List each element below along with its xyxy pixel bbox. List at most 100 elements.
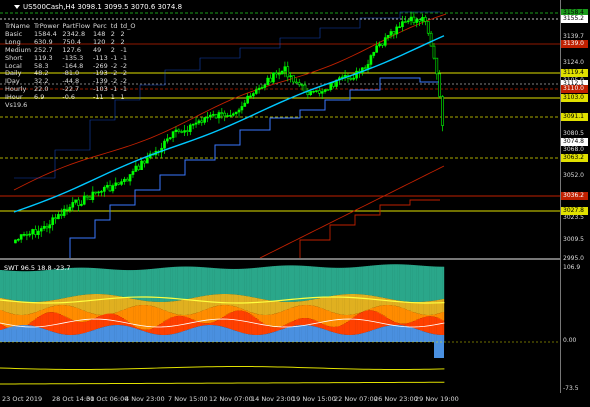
histogram-bar bbox=[349, 334, 352, 342]
histogram-bar bbox=[51, 269, 54, 301]
histogram-bar bbox=[334, 267, 337, 296]
histogram-bar bbox=[112, 325, 115, 342]
histogram-bar bbox=[107, 294, 110, 315]
histogram-bar bbox=[283, 310, 286, 326]
histogram-bar bbox=[68, 318, 71, 335]
histogram-bar bbox=[271, 300, 274, 315]
histogram-bar bbox=[66, 305, 69, 318]
histogram-bar bbox=[283, 301, 286, 311]
histogram-bar bbox=[194, 327, 197, 342]
histogram-bar bbox=[181, 299, 184, 315]
histogram-bar bbox=[233, 311, 236, 331]
histogram-bar bbox=[196, 297, 199, 313]
candle-body bbox=[209, 114, 212, 118]
candle-body bbox=[166, 138, 169, 142]
histogram-bar bbox=[312, 305, 315, 320]
candle-body bbox=[292, 75, 295, 83]
candle-body bbox=[398, 26, 401, 29]
candle-body bbox=[231, 113, 235, 116]
histogram-bar bbox=[197, 266, 200, 297]
histogram-bar bbox=[271, 266, 274, 301]
candle-body bbox=[88, 196, 92, 200]
price-chart-panel[interactable]: US500Cash,H4 3098.1 3099.5 3070.6 3074.8… bbox=[0, 0, 561, 259]
histogram-bar bbox=[66, 334, 69, 342]
histogram-bar bbox=[386, 305, 389, 319]
histogram-bar bbox=[94, 318, 97, 330]
histogram-bar bbox=[266, 266, 269, 301]
histogram-bar bbox=[94, 294, 97, 315]
histogram-bar bbox=[251, 334, 254, 342]
candle-body bbox=[424, 17, 427, 22]
histogram-bar bbox=[353, 314, 356, 317]
histogram-bar bbox=[331, 295, 334, 313]
histogram-bar bbox=[345, 334, 348, 342]
histogram-bar bbox=[384, 326, 387, 342]
histogram-bar bbox=[392, 325, 395, 342]
histogram-bar bbox=[160, 334, 163, 342]
candle-body bbox=[286, 66, 290, 78]
histogram-bar bbox=[416, 265, 419, 302]
histogram-bar bbox=[286, 265, 289, 302]
histogram-bar bbox=[407, 323, 410, 327]
candle-body bbox=[77, 199, 80, 206]
candle-body bbox=[108, 185, 112, 192]
histogram-bar bbox=[120, 269, 123, 297]
histogram-bar bbox=[49, 306, 52, 313]
histogram-bar bbox=[146, 269, 149, 302]
histogram-bar bbox=[366, 266, 369, 295]
indicator-panel[interactable] bbox=[0, 259, 561, 393]
candle-body bbox=[283, 66, 287, 72]
histogram-bar bbox=[225, 268, 228, 295]
histogram-bar bbox=[277, 265, 280, 302]
histogram-bar bbox=[379, 313, 382, 328]
histogram-bar bbox=[188, 314, 191, 319]
price-tick-label: 3080.5 bbox=[563, 130, 584, 137]
histogram-bar bbox=[362, 266, 365, 295]
histogram-bar bbox=[333, 332, 336, 342]
histogram-bar bbox=[340, 325, 343, 335]
histogram-bar bbox=[173, 301, 176, 314]
histogram-bar bbox=[209, 267, 212, 296]
histogram-bar bbox=[381, 305, 384, 315]
histogram-bar bbox=[107, 325, 110, 342]
histogram-bar bbox=[118, 316, 121, 326]
histogram-bar bbox=[333, 267, 336, 296]
histogram-bar bbox=[199, 267, 202, 297]
histogram-bar bbox=[131, 306, 134, 325]
histogram-bar bbox=[320, 307, 323, 324]
histogram-bar bbox=[3, 328, 6, 342]
candle-body bbox=[71, 202, 75, 208]
histogram-bar bbox=[64, 297, 67, 306]
histogram-bar bbox=[231, 329, 234, 342]
candle-body bbox=[168, 137, 172, 140]
candle-body bbox=[260, 87, 264, 89]
candle-body bbox=[366, 64, 370, 69]
histogram-bar bbox=[181, 331, 184, 342]
histogram-bar bbox=[159, 308, 162, 325]
histogram-bar bbox=[53, 312, 56, 333]
histogram-bar bbox=[305, 305, 308, 319]
histogram-bar bbox=[46, 312, 49, 330]
histogram-bar bbox=[62, 305, 65, 316]
red-step-line bbox=[299, 199, 440, 258]
histogram-bar bbox=[112, 269, 115, 296]
dropdown-arrow-icon[interactable] bbox=[14, 5, 20, 9]
histogram-bar bbox=[190, 328, 193, 342]
histogram-bar bbox=[338, 294, 341, 315]
histogram-bar bbox=[410, 301, 413, 312]
candle-body bbox=[19, 234, 23, 240]
histogram-bar bbox=[427, 316, 430, 333]
histogram-bar bbox=[436, 313, 439, 318]
histogram-bar bbox=[61, 305, 64, 316]
histogram-bar bbox=[48, 300, 51, 308]
histogram-bar bbox=[155, 307, 158, 327]
candle-body bbox=[441, 96, 444, 126]
histogram-bar bbox=[438, 299, 441, 314]
histogram-bar bbox=[9, 327, 12, 342]
histogram-bar bbox=[125, 308, 128, 321]
histogram-bar bbox=[81, 322, 84, 334]
histogram-bar bbox=[342, 267, 345, 295]
histogram-bar bbox=[185, 314, 188, 317]
candle-body bbox=[355, 70, 358, 79]
histogram-bar bbox=[301, 325, 304, 342]
